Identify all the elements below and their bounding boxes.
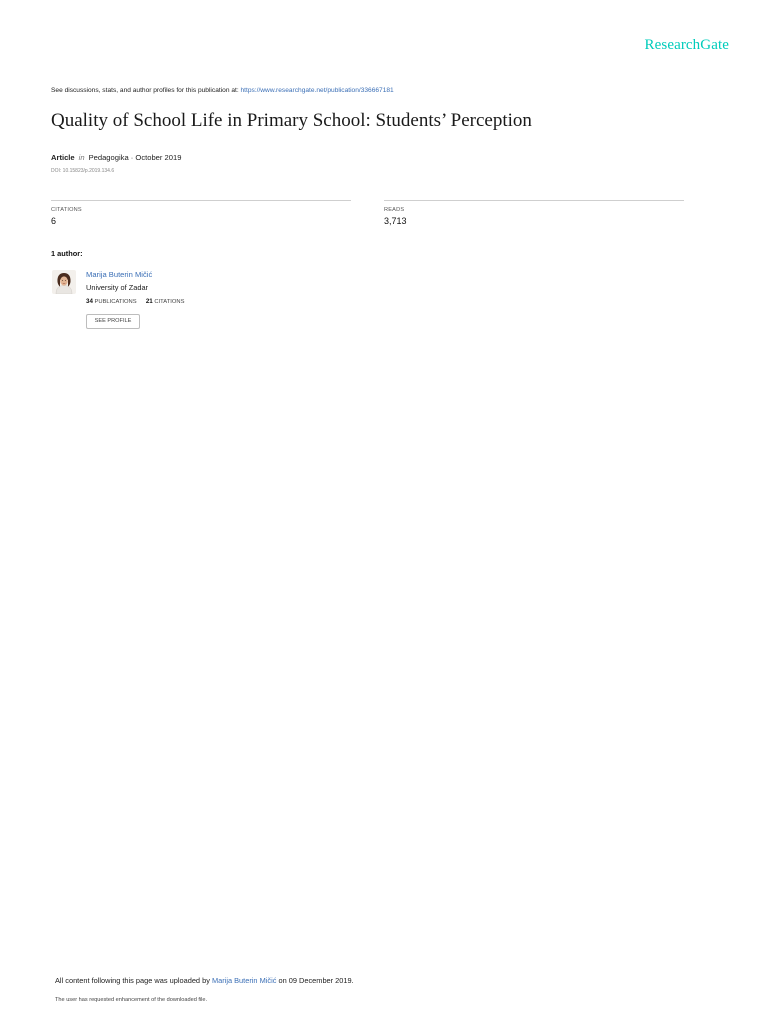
author-citations-label: CITATIONS [154, 299, 185, 305]
reads-label: READS [384, 207, 405, 213]
article-doi: DOI: 10.15823/p.2019.134.6 [51, 168, 115, 174]
author-avatar[interactable] [52, 270, 76, 294]
researchgate-logo[interactable]: ResearchGate [645, 37, 729, 54]
upload-note: All content following this page was uplo… [55, 976, 354, 985]
authors-heading: 1 author: [51, 249, 83, 258]
author-institution: University of Zadar [86, 283, 149, 292]
author-name-link[interactable]: Marija Buterin Mičić [86, 270, 152, 279]
enhancement-note: The user has requested enhancement of th… [55, 997, 208, 1003]
upload-suffix: on 09 December 2019. [276, 976, 354, 985]
intro-text: See discussions, stats, and author profi… [51, 87, 241, 94]
venue-date: Pedagogika · October 2019 [88, 153, 182, 162]
reads-stat: READS 3,713 [384, 200, 684, 226]
article-meta: Article in Pedagogika · October 2019 [51, 153, 181, 162]
publication-intro: See discussions, stats, and author profi… [51, 87, 394, 94]
author-stats: 34 PUBLICATIONS 21 CITATIONS [86, 298, 184, 305]
article-title: Quality of School Life in Primary School… [51, 110, 532, 131]
publications-label: PUBLICATIONS [94, 299, 137, 305]
publications-count: 34 [86, 298, 93, 305]
publication-link[interactable]: https://www.researchgate.net/publication… [241, 87, 394, 94]
author-citations-count: 21 [145, 298, 153, 305]
citations-stat: CITATIONS 6 [51, 200, 351, 226]
upload-prefix: All content following this page was uplo… [55, 976, 212, 985]
citations-value: 6 [51, 216, 57, 226]
avatar-portrait-icon [52, 270, 76, 294]
in-word: in [78, 153, 85, 162]
see-profile-button[interactable]: SEE PROFILE [86, 314, 140, 329]
article-type: Article [51, 153, 75, 162]
uploader-link[interactable]: Marija Buterin Mičić [212, 976, 276, 985]
reads-value: 3,713 [384, 216, 407, 226]
citations-label: CITATIONS [51, 207, 82, 213]
